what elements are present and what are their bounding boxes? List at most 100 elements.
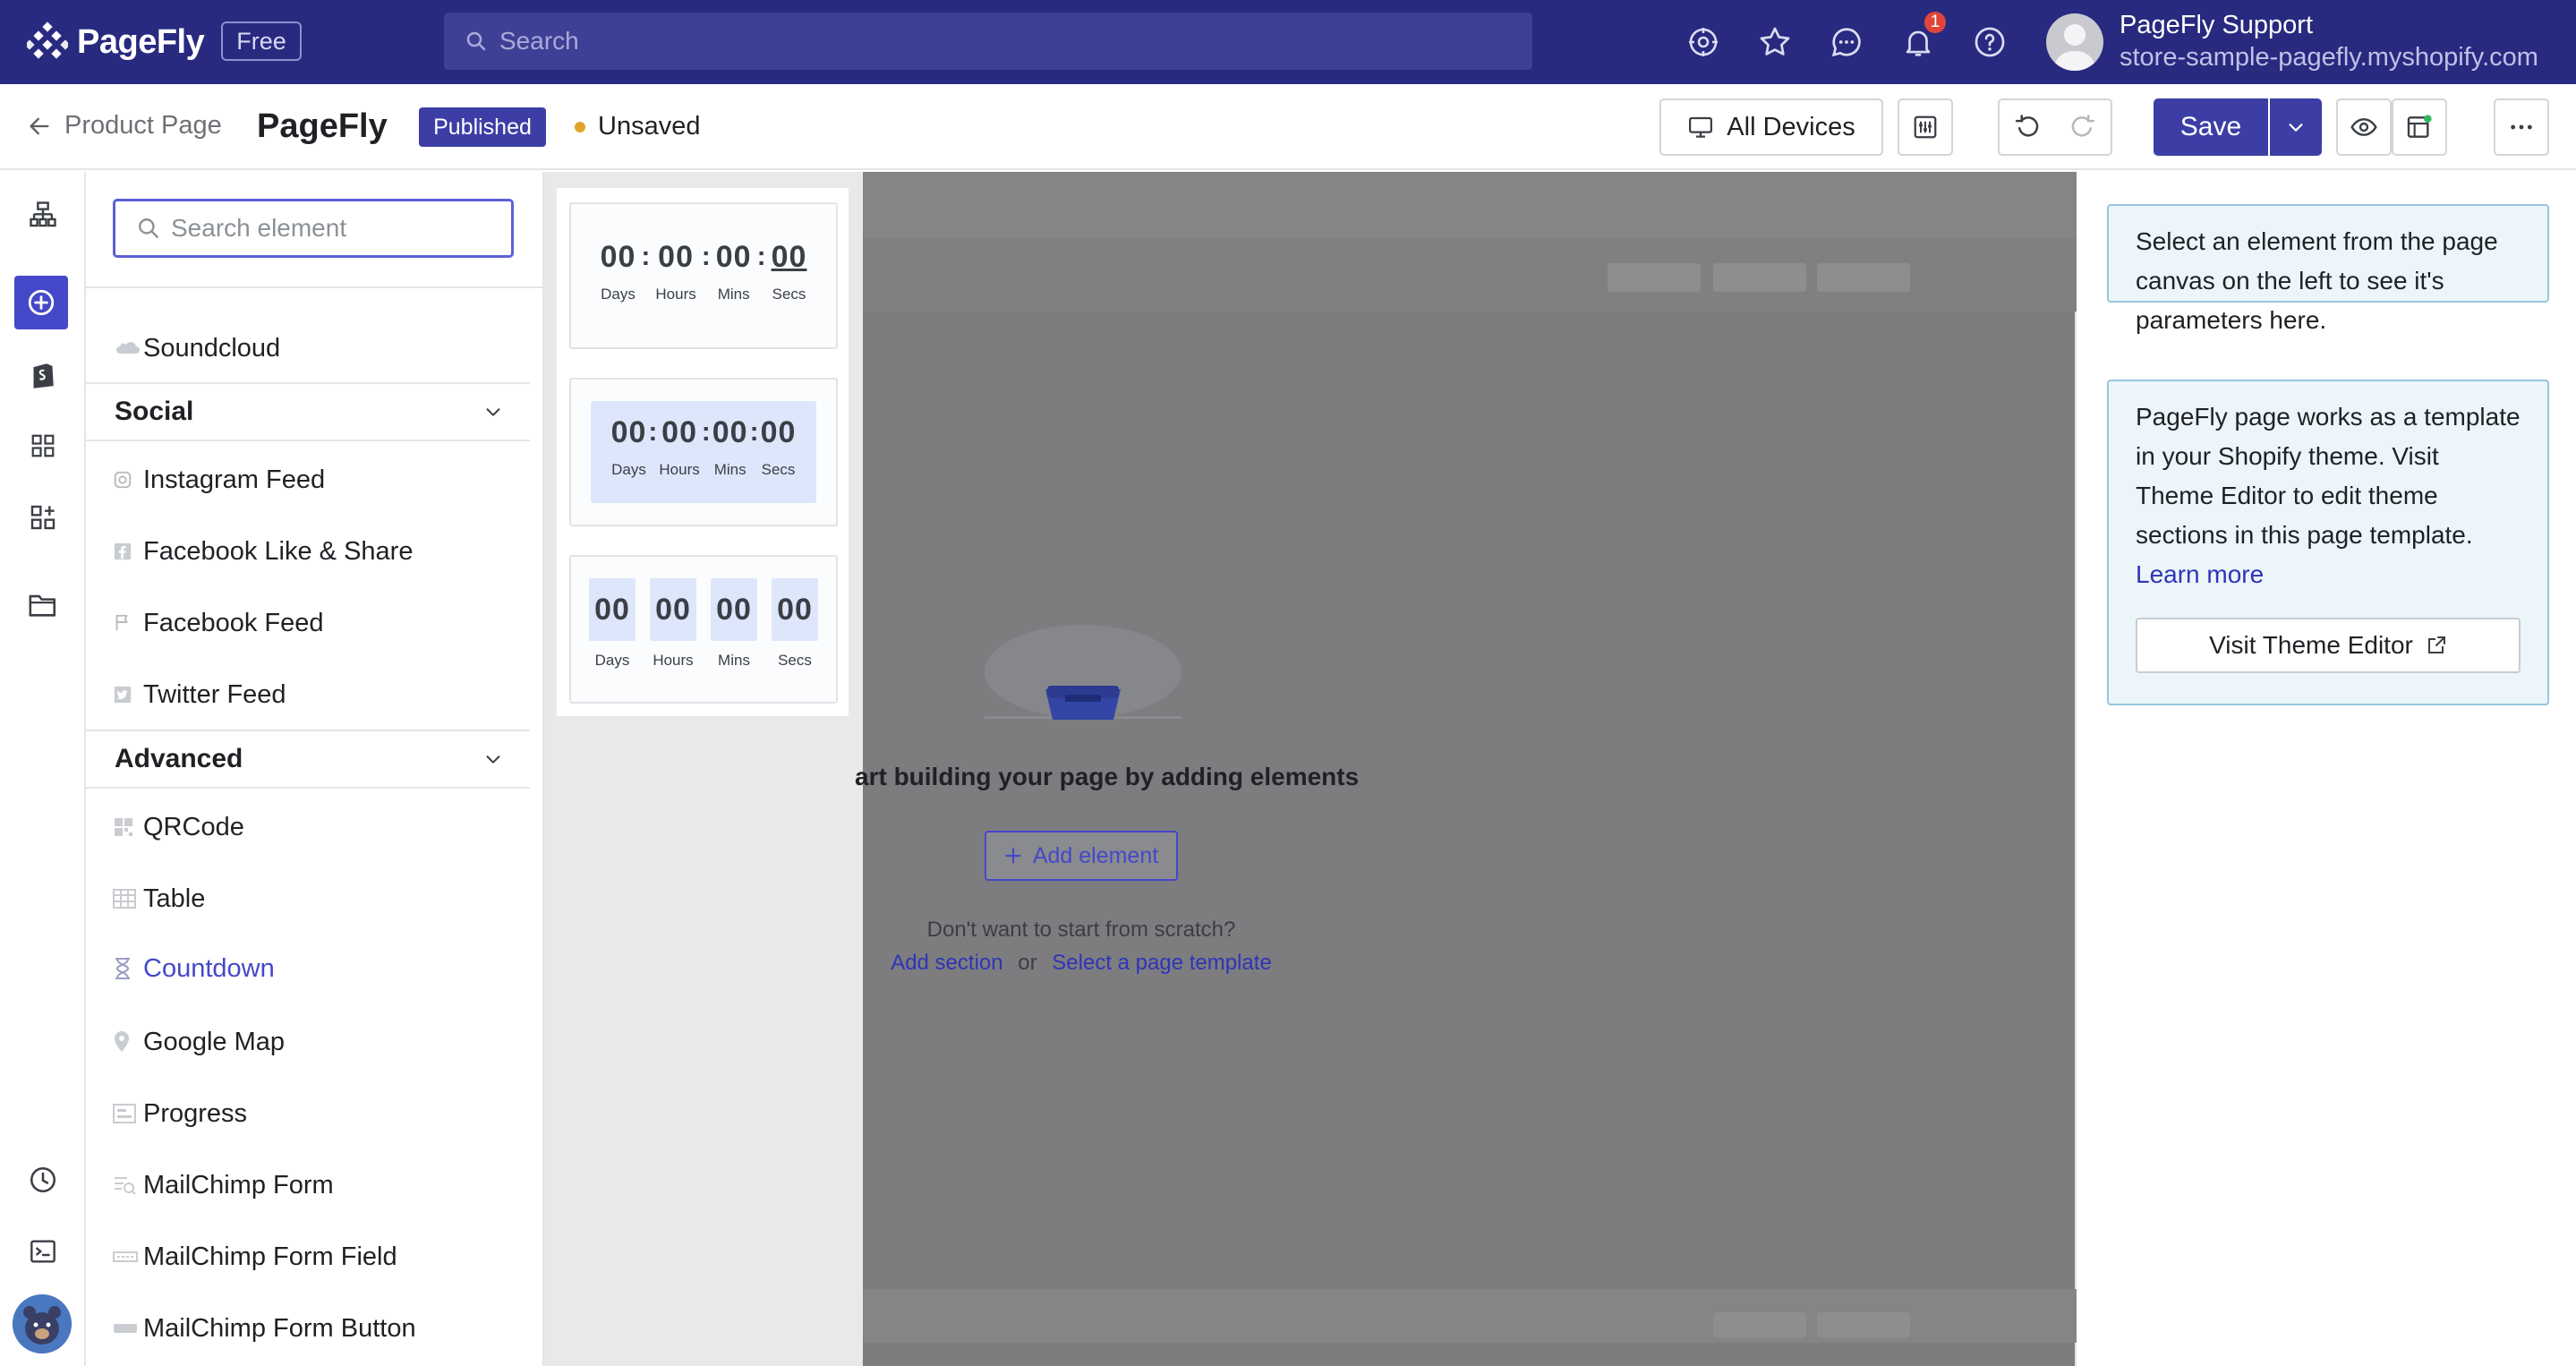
undo-icon <box>2015 115 2039 137</box>
countdown-days-label: Days <box>594 652 630 669</box>
more-options-button[interactable] <box>2494 98 2549 156</box>
learn-more-link[interactable]: Learn more <box>2136 555 2521 594</box>
save-state-indicator: Unsaved <box>575 112 700 141</box>
code-terminal-icon[interactable] <box>23 1232 63 1271</box>
support-mascot-avatar[interactable] <box>13 1294 72 1353</box>
footer-placeholder-pill <box>1713 1312 1806 1337</box>
countdown-variant-2-background: 00 Days : 00 Hours : 00 Mins : 00 Secs <box>591 401 816 503</box>
countdown-variant-1[interactable]: 00 Days : 00 Hours : 00 Mins : 00 Secs <box>569 202 838 349</box>
element-item-twitter-feed[interactable]: Twitter Feed <box>97 663 498 726</box>
redo-button[interactable] <box>2055 100 2111 154</box>
sections-grid-icon[interactable] <box>23 426 63 465</box>
undo-button[interactable] <box>2000 100 2055 154</box>
form-icon <box>97 1174 140 1196</box>
element-item-label: Instagram Feed <box>143 465 326 494</box>
countdown-mins-label: Mins <box>717 286 750 303</box>
device-switcher-button[interactable]: All Devices <box>1659 98 1883 156</box>
apps-icon[interactable] <box>23 498 63 537</box>
layers-icon[interactable] <box>23 195 63 235</box>
element-item-label: Table <box>143 884 206 913</box>
add-section-link[interactable]: Add section <box>891 951 1002 975</box>
element-item-qrcode[interactable]: QRCode <box>97 796 498 858</box>
element-item-mailchimp-form-field[interactable]: MailChimp Form Field <box>97 1225 498 1288</box>
plus-icon <box>1005 848 1021 864</box>
element-search[interactable] <box>113 199 514 258</box>
countdown-hours-value: 00 <box>655 592 691 627</box>
select-template-link[interactable]: Select a page template <box>1052 951 1272 975</box>
user-name[interactable]: PageFly Support <box>2120 11 2313 40</box>
element-item-label: Soundcloud <box>143 333 281 363</box>
visit-theme-editor-button[interactable]: Visit Theme Editor <box>2136 618 2521 673</box>
chat-icon[interactable] <box>1828 23 1865 61</box>
preview-button[interactable] <box>2336 98 2392 156</box>
help-icon[interactable] <box>1971 23 2009 61</box>
logo-text: PageFly <box>77 22 205 61</box>
history-clock-icon[interactable] <box>23 1160 63 1200</box>
countdown-secs-label: Secs <box>778 652 812 669</box>
map-pin-icon <box>97 1030 140 1054</box>
element-item-countdown[interactable]: Countdown <box>97 937 496 1000</box>
pagefly-logo[interactable]: PageFly <box>27 20 205 64</box>
user-avatar-icon <box>2053 24 2096 71</box>
publish-button[interactable] <box>2392 98 2447 156</box>
element-item-mailchimp-form[interactable]: MailChimp Form <box>97 1154 498 1217</box>
plan-badge[interactable]: Free <box>221 21 302 61</box>
element-item-mailchimp-form-button[interactable]: MailChimp Form Button <box>97 1297 498 1360</box>
theme-editor-text: PageFly page works as a template in your… <box>2136 403 2521 549</box>
element-item-instagram-feed[interactable]: Instagram Feed <box>97 448 498 511</box>
shopify-icon[interactable] <box>23 354 63 394</box>
add-element-label: Add element <box>1032 842 1159 868</box>
group-header-advanced[interactable]: Advanced <box>86 730 530 789</box>
countdown-days-label: Days <box>611 461 646 478</box>
hourglass-icon <box>97 957 140 980</box>
back-to-product-page[interactable]: Product Page <box>27 111 222 141</box>
element-item-table[interactable]: Table <box>97 867 498 930</box>
element-item-label: MailChimp Form <box>143 1170 334 1200</box>
global-search-input[interactable] <box>499 27 1484 55</box>
countdown-hours-label: Hours <box>659 461 700 478</box>
save-options-dropdown[interactable] <box>2270 98 2322 156</box>
element-item-label: Countdown <box>143 953 275 983</box>
back-link-label: Product Page <box>64 111 222 140</box>
element-item-facebook-like-share[interactable]: Facebook Like & Share <box>97 520 498 583</box>
countdown-secs-value: 00 <box>777 592 813 627</box>
user-avatar[interactable] <box>2046 13 2103 71</box>
settings-gear-icon[interactable] <box>1685 23 1722 61</box>
folder-icon[interactable] <box>23 585 63 625</box>
countdown-variant-2[interactable]: 00 Days : 00 Hours : 00 Mins : 00 Secs <box>569 378 838 526</box>
save-button[interactable]: Save <box>2154 98 2268 156</box>
element-item-progress[interactable]: Progress <box>97 1082 498 1145</box>
countdown-variant-3[interactable]: 00 Days 00 Hours 00 Mins 00 Secs <box>569 555 838 704</box>
group-header-social[interactable]: Social <box>86 382 530 441</box>
page-settings-button[interactable] <box>1898 98 1953 156</box>
facebook-icon <box>97 542 140 561</box>
chevron-down-icon <box>486 756 500 764</box>
element-search-input[interactable] <box>171 214 493 243</box>
countdown-days-label: Days <box>601 286 635 303</box>
header-placeholder-pill <box>1608 263 1701 292</box>
group-title: Advanced <box>115 744 243 773</box>
inspector-panel <box>2078 172 2576 1366</box>
scratch-links: Add section or Select a page template <box>863 951 1300 976</box>
add-elements-tab[interactable] <box>14 276 68 329</box>
countdown-separator: : <box>749 417 759 447</box>
star-icon[interactable] <box>1756 23 1794 61</box>
empty-state-title: art building your page by adding element… <box>855 763 1360 790</box>
element-item-label: QRCode <box>143 812 244 841</box>
countdown-hours-value: 00 <box>661 415 697 449</box>
countdown-hours-label: Hours <box>653 652 694 669</box>
add-element-button[interactable]: Add element <box>985 831 1178 881</box>
eye-icon <box>2350 118 2377 136</box>
header-placeholder-pill <box>1817 263 1910 292</box>
element-item-facebook-feed[interactable]: Facebook Feed <box>97 592 498 654</box>
divider <box>86 286 542 288</box>
user-store-domain[interactable]: store-sample-pagefly.myshopify.com <box>2120 43 2538 73</box>
element-item-label: Facebook Like & Share <box>143 536 414 566</box>
undo-redo-group <box>1998 98 2112 156</box>
status-badge: Published <box>419 107 546 147</box>
page-title[interactable]: PageFly <box>257 107 388 146</box>
search-icon <box>139 218 158 238</box>
global-search[interactable] <box>444 13 1532 70</box>
element-item-google-map[interactable]: Google Map <box>97 1011 498 1073</box>
element-item-soundcloud[interactable]: Soundcloud <box>97 317 498 380</box>
